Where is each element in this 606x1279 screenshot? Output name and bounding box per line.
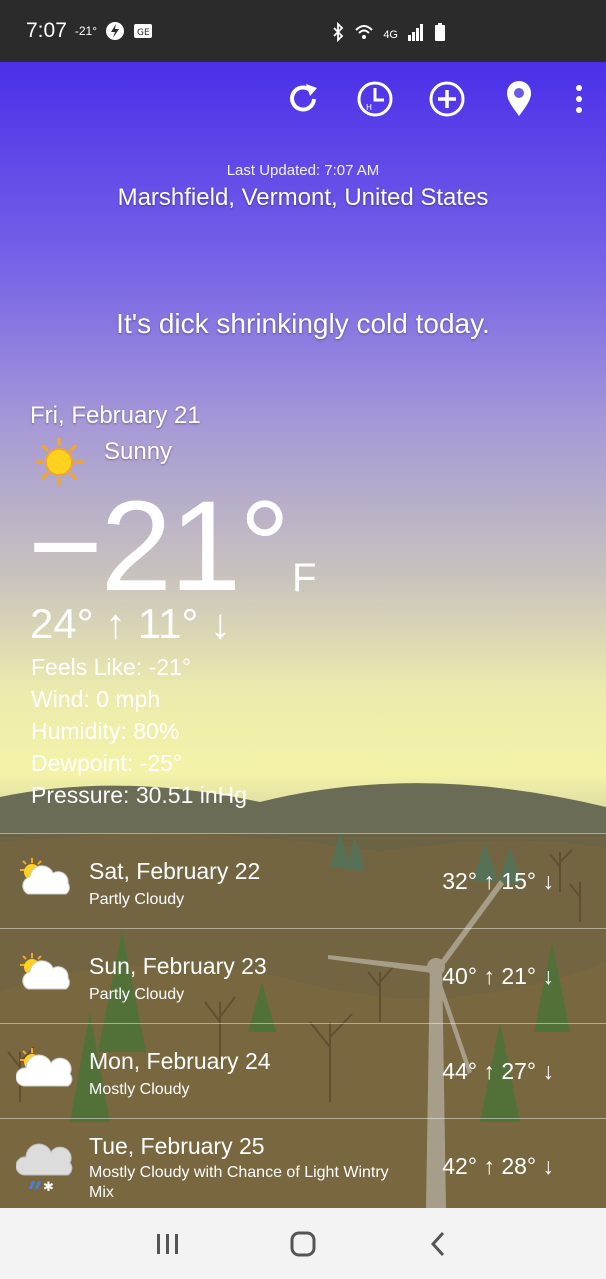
last-updated-text: Last Updated: 7:07 AM <box>226 162 380 179</box>
forecast-row[interactable]: Sun, February 23 Partly Cloudy 40° ↑ 21°… <box>0 928 606 1023</box>
refresh-button[interactable] <box>284 80 322 118</box>
today-condition: Sunny <box>104 438 173 465</box>
location-button[interactable] <box>500 80 538 118</box>
notification-app-icon <box>105 21 125 41</box>
network-label: 4G <box>383 29 398 41</box>
wintry-mix-icon: ✱ <box>15 1141 74 1198</box>
forecast-list: Sat, February 22 Partly Cloudy 32° ↑ 15°… <box>0 833 606 1208</box>
svg-text:✱: ✱ <box>43 1180 54 1193</box>
dewpoint: Dewpoint: -25° <box>31 750 183 776</box>
feels-like: Feels Like: -21° <box>31 654 192 680</box>
back-icon <box>431 1231 445 1256</box>
history-button[interactable]: H <box>356 80 394 118</box>
status-icons: 4G <box>331 21 446 48</box>
forecast-row[interactable]: Sat, February 22 Partly Cloudy 32° ↑ 15°… <box>0 833 606 928</box>
toolbar: H <box>284 80 586 118</box>
system-nav-bar <box>0 1208 606 1279</box>
refresh-icon <box>290 84 317 112</box>
bluetooth-icon <box>331 21 345 48</box>
svg-text:H: H <box>366 103 372 112</box>
home-button[interactable] <box>273 1219 333 1269</box>
home-icon <box>290 1231 316 1256</box>
svg-text:GE: GE <box>137 28 150 38</box>
location-title: Marshfield, Vermont, United States <box>117 184 489 211</box>
more-vert-icon <box>576 85 582 113</box>
partly-cloudy-icon <box>16 856 74 905</box>
forecast-temps: 44° ↑ 27° ↓ <box>442 1058 554 1084</box>
pressure: Pressure: 30.51 inHg <box>31 782 248 808</box>
today-high-low: 24° ↑ 11° ↓ <box>30 600 231 647</box>
forecast-day: Sat, February 22 <box>89 858 261 884</box>
forecast-temps: 40° ↑ 21° ↓ <box>442 963 554 989</box>
location-pin-icon <box>507 81 531 116</box>
recent-apps-button[interactable] <box>138 1219 198 1269</box>
weather-tagline: It's dick shrinkingly cold today. <box>116 308 490 339</box>
forecast-day: Sun, February 23 <box>89 953 267 979</box>
signal-icon <box>407 23 425 47</box>
back-button[interactable] <box>408 1219 468 1269</box>
forecast-row[interactable]: Mon, February 24 Mostly Cloudy 44° ↑ 27°… <box>0 1023 606 1118</box>
forecast-condition: Mostly Cloudy with Chance of Light Wintr… <box>89 1164 389 1201</box>
status-bar: 7:07 -21° GE 4G <box>0 0 606 62</box>
wind: Wind: 0 mph <box>31 686 161 712</box>
forecast-temps: 32° ↑ 15° ↓ <box>442 868 554 894</box>
status-time: 7:07 <box>26 19 67 42</box>
forecast-condition: Mostly Cloudy <box>89 1081 190 1098</box>
mostly-cloudy-icon <box>15 1046 74 1095</box>
temperature-unit: F <box>292 556 317 600</box>
partly-cloudy-icon <box>16 951 74 1000</box>
add-circle-icon <box>429 81 465 117</box>
weather-scene: H Last Updated: 7:07 AM Marshfield, Verm… <box>0 62 606 1208</box>
forecast-condition: Partly Cloudy <box>89 986 185 1003</box>
wifi-icon <box>354 22 374 48</box>
humidity: Humidity: 80% <box>31 718 180 744</box>
recent-apps-icon <box>156 1233 178 1254</box>
forecast-row[interactable]: ✱ Tue, February 25 Mostly Cloudy with Ch… <box>0 1118 606 1208</box>
today-date: Fri, February 21 <box>30 402 201 429</box>
forecast-day: Tue, February 25 <box>89 1133 265 1159</box>
add-location-button[interactable] <box>428 80 466 118</box>
forecast-day: Mon, February 24 <box>89 1048 271 1074</box>
notification-gmail-icon: GE <box>133 23 153 39</box>
forecast-condition: Partly Cloudy <box>89 891 185 908</box>
clock-icon: H <box>357 81 393 117</box>
overflow-menu-button[interactable] <box>572 80 586 118</box>
forecast-temps: 42° ↑ 28° ↓ <box>442 1153 554 1179</box>
status-temp: -21° <box>74 24 98 38</box>
battery-icon <box>434 22 446 48</box>
